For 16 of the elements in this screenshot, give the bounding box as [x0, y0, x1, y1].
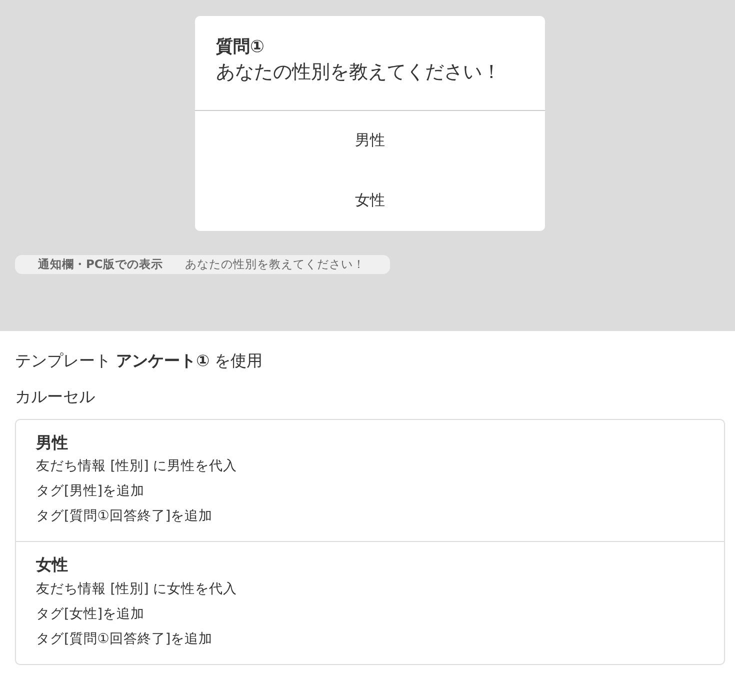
question-text: あなたの性別を教えてください！ — [216, 60, 502, 86]
answer-option[interactable]: 女性 — [195, 170, 545, 231]
action-line: 友だち情報 [性別] に女性を代入 — [36, 580, 238, 599]
action-title: 女性 — [36, 554, 69, 576]
action-line: タグ[女性]を追加 — [36, 604, 146, 624]
question-title: 質問① — [216, 36, 266, 58]
message-type-label: カルーセル — [15, 386, 96, 408]
action-title: 男性 — [36, 432, 69, 454]
notification-text: あなたの性別を教えてください！ — [184, 256, 365, 273]
answer-option[interactable]: 男性 — [195, 110, 545, 171]
action-line: タグ[質問①回答終了]を追加 — [36, 630, 214, 649]
action-line: タグ[男性]を追加 — [36, 482, 146, 502]
notification-label: 通知欄・PC版での表示 — [38, 256, 163, 273]
template-info: テンプレート アンケート① を使用 — [15, 350, 264, 372]
action-line: タグ[質問①回答終了]を追加 — [36, 507, 214, 526]
action-line: 友だち情報 [性別] に男性を代入 — [36, 457, 238, 476]
